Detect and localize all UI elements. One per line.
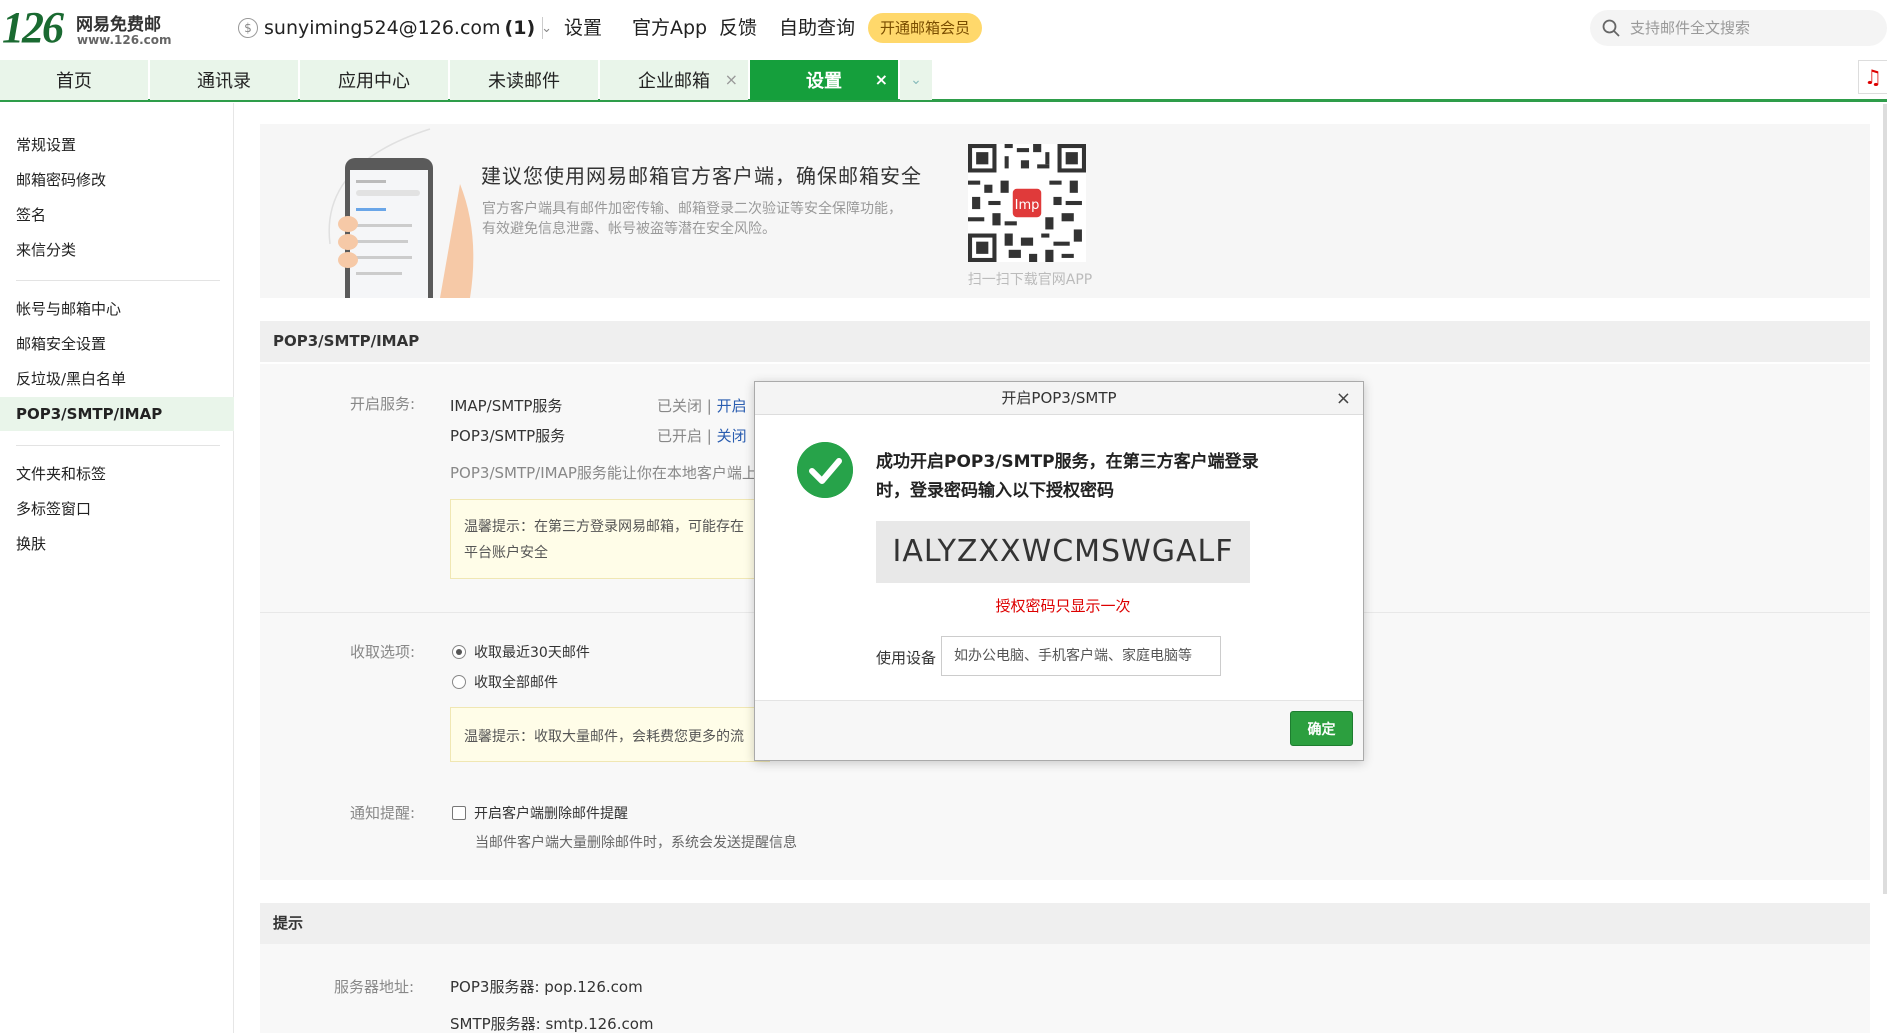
close-icon[interactable]: ×: [725, 70, 738, 89]
tab-label: 通讯录: [197, 71, 251, 92]
tab-label: 应用中心: [338, 71, 410, 92]
tab-home[interactable]: 首页: [0, 60, 148, 100]
radio-icon[interactable]: [452, 675, 466, 689]
qr-caption: 扫一扫下载官网APP: [967, 272, 1093, 288]
sidebar-item-password[interactable]: 邮箱密码修改: [0, 163, 234, 197]
header-link-self-service[interactable]: 自助查询: [779, 14, 855, 42]
option-label: 收取最近30天邮件: [474, 645, 590, 661]
sidebar-item-skin[interactable]: 换肤: [0, 527, 234, 561]
unread-count: (1): [504, 17, 536, 39]
tab-label: 设置: [806, 71, 842, 92]
server-label: 服务器地址:: [334, 978, 415, 996]
notify-description: 当邮件客户端大量删除邮件时，系统会发送提醒信息: [475, 835, 797, 851]
option-label: 收取全部邮件: [474, 675, 558, 691]
auth-code: IALYZXXWCMSWGALF: [876, 521, 1250, 583]
header-link-settings[interactable]: 设置: [564, 14, 602, 42]
vip-button[interactable]: 开通邮箱会员: [868, 13, 983, 43]
tab-bar: 首页 通讯录 应用中心 未读邮件 企业邮箱 × 设置 × ⌄: [0, 60, 1887, 102]
option-label: 开启客户端删除邮件提醒: [474, 806, 628, 822]
service-pop3-toggle[interactable]: 关闭: [717, 427, 747, 445]
divider: |: [706, 427, 712, 445]
confirm-button[interactable]: 确定: [1290, 711, 1353, 746]
device-input[interactable]: [941, 636, 1221, 676]
server-smtp: SMTP服务器: smtp.126.com: [450, 1015, 654, 1033]
qr-code-icon: Imp: [968, 144, 1086, 262]
search-icon: [1602, 19, 1620, 37]
notify-option[interactable]: 开启客户端删除邮件提醒: [452, 803, 628, 823]
service-imap-name: IMAP/SMTP服务: [450, 397, 563, 415]
header-divider: [542, 17, 543, 39]
service-imap-toggle[interactable]: 开启: [717, 397, 747, 415]
sidebar-divider: [16, 280, 220, 281]
section-title-pop: POP3/SMTP/IMAP: [260, 321, 1870, 362]
dialog-footer: 确定: [755, 700, 1363, 760]
dialog-title: 开启POP3/SMTP: [1001, 389, 1117, 407]
tab-enterprise-mail[interactable]: 企业邮箱 ×: [600, 60, 748, 100]
music-icon[interactable]: ♫: [1858, 60, 1887, 94]
sidebar-item-filters[interactable]: 来信分类: [0, 233, 234, 267]
hint-text: 平台账户安全: [464, 545, 548, 561]
tab-label: 未读邮件: [488, 71, 560, 92]
tab-app-center[interactable]: 应用中心: [300, 60, 448, 100]
tab-label: 企业邮箱: [638, 71, 710, 92]
close-icon[interactable]: ×: [1336, 382, 1351, 415]
sidebar-item-folders[interactable]: 文件夹和标签: [0, 457, 234, 491]
check-circle-icon: [797, 442, 853, 498]
tab-unread[interactable]: 未读邮件: [450, 60, 598, 100]
sidebar-item-general[interactable]: 常规设置: [0, 128, 234, 162]
header-link-feedback[interactable]: 反馈: [719, 14, 757, 42]
account-switcher[interactable]: $ sunyiming524@126.com (1) ⌄: [238, 14, 552, 42]
scrollbar[interactable]: [1883, 104, 1887, 894]
tab-contacts[interactable]: 通讯录: [150, 60, 298, 100]
search-box[interactable]: [1590, 10, 1887, 46]
hint-box: [450, 499, 770, 579]
sidebar-item-security[interactable]: 邮箱安全设置: [0, 327, 234, 361]
sidebar-item-account-center[interactable]: 帐号与邮箱中心: [0, 292, 234, 326]
tab-label: 首页: [56, 71, 92, 92]
sidebar-item-antispam[interactable]: 反垃圾/黑白名单: [0, 362, 234, 396]
receive-option-30days[interactable]: 收取最近30天邮件: [452, 642, 590, 662]
tab-settings[interactable]: 设置 ×: [750, 60, 898, 100]
promo-description: 官方客户端具有邮件加密传输、邮箱登录二次验证等安全保障功能，有效避免信息泄露、帐…: [482, 201, 902, 237]
receive-option-all[interactable]: 收取全部邮件: [452, 672, 558, 692]
service-label: 开启服务:: [350, 395, 416, 413]
header-link-app[interactable]: 官方App: [632, 14, 707, 42]
notify-label: 通知提醒:: [350, 804, 416, 822]
coin-icon: $: [238, 18, 258, 38]
logo-number: 126: [2, 3, 64, 52]
sidebar: 常规设置 邮箱密码修改 签名 来信分类 帐号与邮箱中心 邮箱安全设置 反垃圾/黑…: [0, 103, 234, 1033]
logo-name: 网易免费邮: [76, 15, 161, 35]
divider: |: [706, 397, 712, 415]
dialog-message: 成功开启POP3/SMTP服务，在第三方客户端登录时，登录密码输入以下授权密码: [876, 452, 1259, 501]
checkbox-icon[interactable]: [452, 806, 466, 820]
hint-text: 温馨提示：在第三方登录网易邮箱，可能存在: [464, 519, 744, 535]
hint-text: 温馨提示：收取大量邮件，会耗费您更多的流: [464, 729, 744, 745]
search-input[interactable]: [1630, 19, 1870, 37]
sidebar-divider: [16, 445, 220, 446]
receive-label: 收取选项:: [350, 643, 416, 661]
section-title-tips: 提示: [260, 903, 1870, 944]
promo-title: 建议您使用网易邮箱官方客户端，确保邮箱安全: [481, 164, 922, 188]
pop3-dialog: 开启POP3/SMTP × 成功开启POP3/SMTP服务，在第三方客户端登录时…: [754, 381, 1364, 761]
qr-badge: Imp: [1015, 198, 1040, 213]
sidebar-item-pop3[interactable]: POP3/SMTP/IMAP: [0, 397, 234, 431]
logo-url: www.126.com: [77, 33, 172, 47]
account-email: sunyiming524@126.com: [264, 17, 501, 39]
device-label: 使用设备: [876, 649, 937, 667]
close-icon[interactable]: ×: [875, 70, 888, 89]
radio-checked-icon[interactable]: [452, 645, 466, 659]
dialog-header: 开启POP3/SMTP ×: [755, 382, 1363, 415]
sidebar-item-multitab[interactable]: 多标签窗口: [0, 492, 234, 526]
service-pop3-status: 已开启: [657, 427, 703, 445]
chevron-down-icon[interactable]: ⌄: [900, 60, 932, 100]
logo[interactable]: 126 网易免费邮 www.126.com: [0, 6, 180, 50]
sidebar-item-signature[interactable]: 签名: [0, 198, 234, 232]
service-pop3-name: POP3/SMTP服务: [450, 427, 566, 445]
service-imap-status: 已关闭: [657, 397, 703, 415]
auth-code-warning: 授权密码只显示一次: [995, 597, 1131, 615]
server-pop3: POP3服务器: pop.126.com: [450, 978, 643, 996]
